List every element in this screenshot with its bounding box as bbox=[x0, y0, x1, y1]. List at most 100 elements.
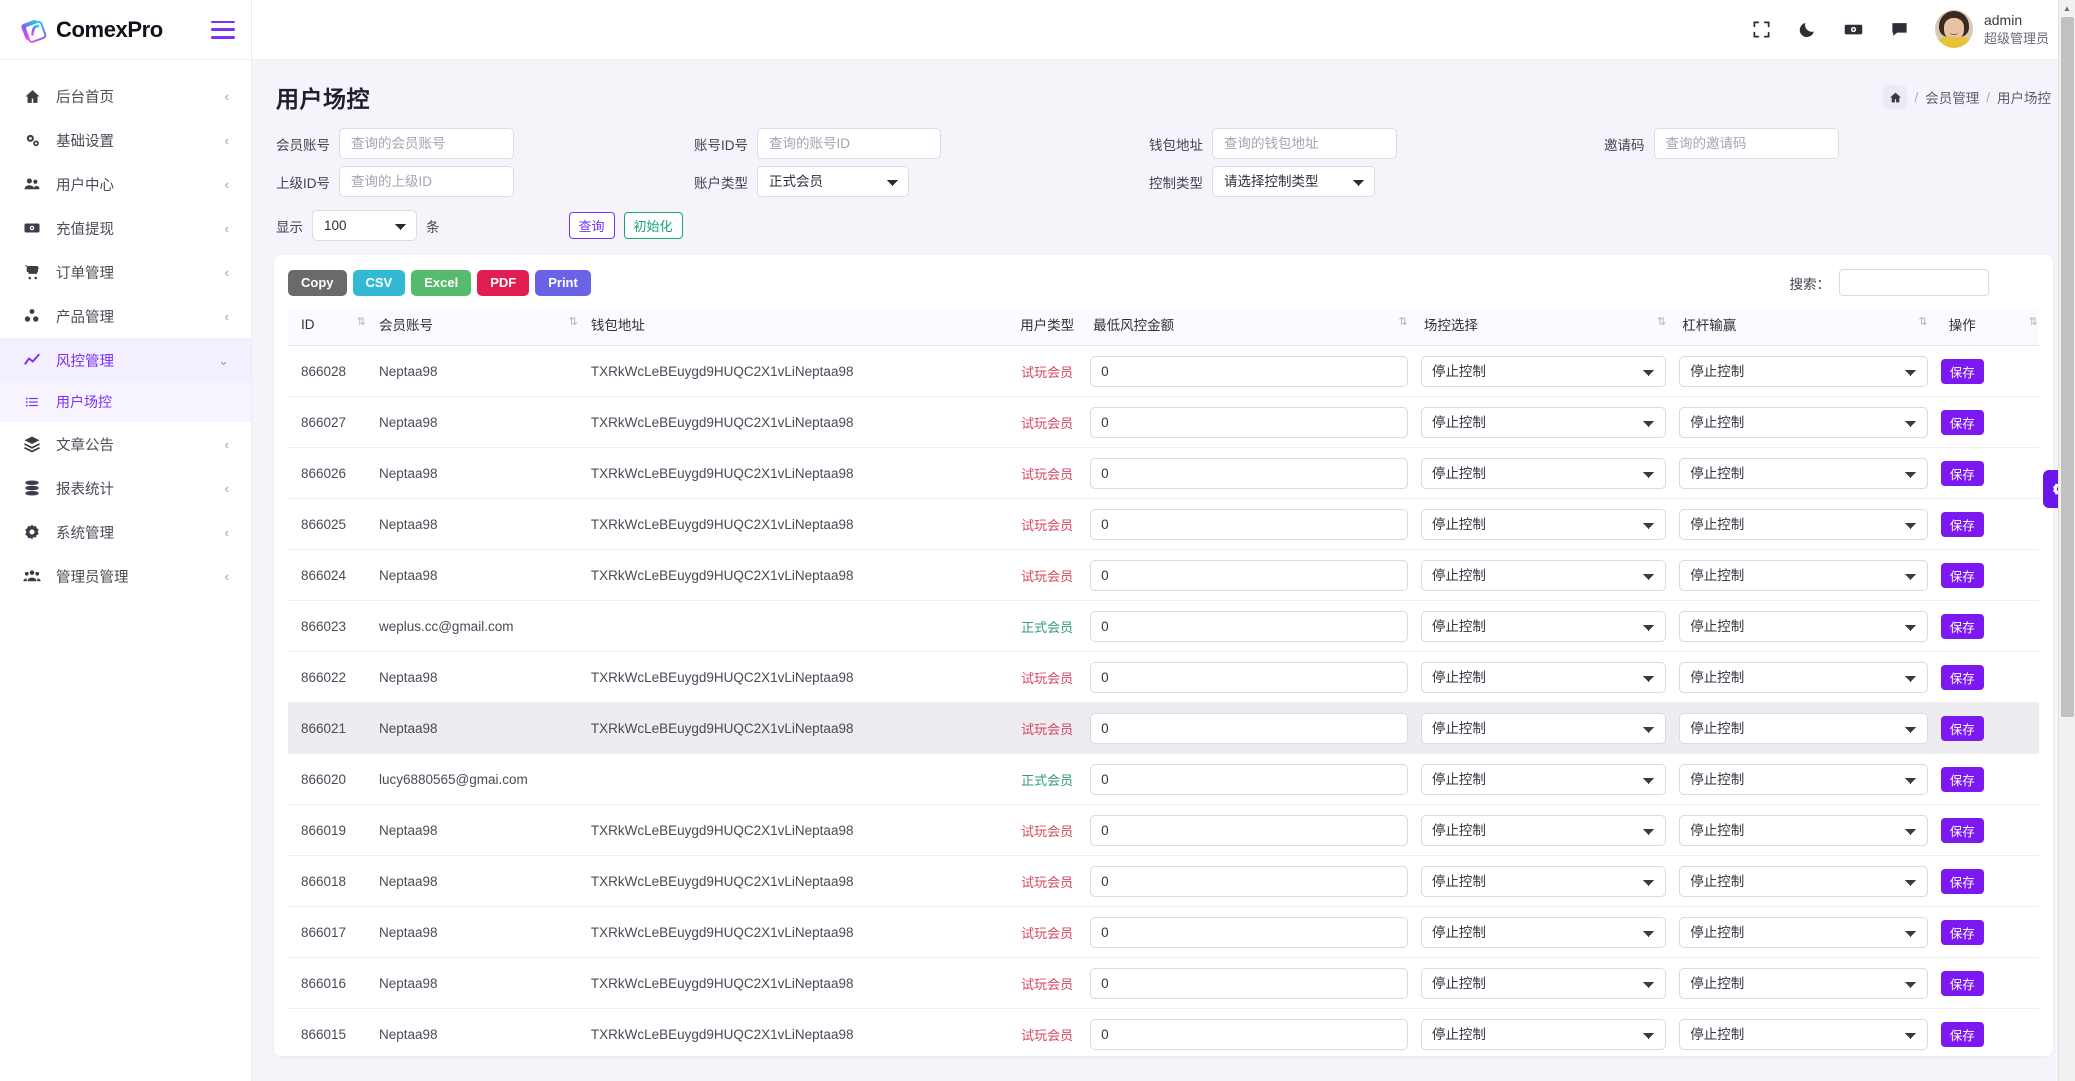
user-menu[interactable]: admin 超级管理员 bbox=[1935, 10, 2053, 49]
save-button[interactable]: 保存 bbox=[1941, 665, 1984, 690]
table-row[interactable]: 866025Neptaa98TXRkWcLeBEuygd9HUQC2X1vLiN… bbox=[288, 499, 2039, 550]
leverage-select[interactable]: 停止控制 bbox=[1679, 458, 1928, 489]
control-select[interactable]: 停止控制 bbox=[1421, 866, 1666, 897]
min-risk-amount-input[interactable] bbox=[1090, 611, 1408, 642]
leverage-select[interactable]: 停止控制 bbox=[1679, 662, 1928, 693]
sort-icon[interactable]: ⇅ bbox=[1919, 315, 1927, 328]
control-select[interactable]: 停止控制 bbox=[1421, 662, 1666, 693]
save-button[interactable]: 保存 bbox=[1941, 971, 1984, 996]
reset-button[interactable]: 初始化 bbox=[624, 212, 683, 239]
export-print-button[interactable]: Print bbox=[535, 270, 591, 296]
min-risk-amount-input[interactable] bbox=[1090, 764, 1408, 795]
min-risk-amount-input[interactable] bbox=[1090, 560, 1408, 591]
save-button[interactable]: 保存 bbox=[1941, 410, 1984, 435]
control-select[interactable]: 停止控制 bbox=[1421, 968, 1666, 999]
control-select[interactable]: 停止控制 bbox=[1421, 356, 1666, 387]
control-select[interactable]: 停止控制 bbox=[1421, 764, 1666, 795]
save-button[interactable]: 保存 bbox=[1941, 767, 1984, 792]
column-header-id[interactable]: ID⇅ bbox=[288, 307, 379, 346]
show-entries-select[interactable]: 102550100 bbox=[312, 210, 417, 241]
sidebar-item-reports[interactable]: 报表统计 ‹ bbox=[0, 466, 251, 510]
sort-icon[interactable]: ⇅ bbox=[357, 315, 365, 328]
min-risk-amount-input[interactable] bbox=[1090, 662, 1408, 693]
scrollbar-thumb[interactable] bbox=[2061, 17, 2074, 717]
fullscreen-icon[interactable] bbox=[1739, 7, 1785, 53]
sidebar-item-system[interactable]: 系统管理 ‹ bbox=[0, 510, 251, 554]
leverage-select[interactable]: 停止控制 bbox=[1679, 764, 1928, 795]
control-select[interactable]: 停止控制 bbox=[1421, 1019, 1666, 1050]
member-account-input[interactable] bbox=[339, 128, 514, 159]
moon-icon[interactable] bbox=[1785, 7, 1831, 53]
account-id-input[interactable] bbox=[757, 128, 941, 159]
sidebar-item-orders[interactable]: 订单管理 ‹ bbox=[0, 250, 251, 294]
column-header-wallet[interactable]: 钱包地址 bbox=[591, 307, 1004, 346]
leverage-select[interactable]: 停止控制 bbox=[1679, 866, 1928, 897]
min-risk-amount-input[interactable] bbox=[1090, 356, 1408, 387]
column-header-leverage-winloss[interactable]: 杠杆输赢⇅ bbox=[1679, 307, 1941, 346]
hamburger-icon[interactable] bbox=[211, 21, 235, 39]
table-row[interactable]: 866023weplus.cc@gmail.com正式会员停止控制停止控制保存 bbox=[288, 601, 2039, 652]
leverage-select[interactable]: 停止控制 bbox=[1679, 509, 1928, 540]
sidebar-item-articles[interactable]: 文章公告 ‹ bbox=[0, 422, 251, 466]
control-type-select[interactable]: 请选择控制类型停止控制开启控制 bbox=[1212, 166, 1375, 197]
table-row[interactable]: 866017Neptaa98TXRkWcLeBEuygd9HUQC2X1vLiN… bbox=[288, 907, 2039, 958]
table-row[interactable]: 866020lucy6880565@gmai.com正式会员停止控制停止控制保存 bbox=[288, 754, 2039, 805]
min-risk-amount-input[interactable] bbox=[1090, 458, 1408, 489]
control-select[interactable]: 停止控制 bbox=[1421, 815, 1666, 846]
sidebar-item-user-center[interactable]: 用户中心 ‹ bbox=[0, 162, 251, 206]
save-button[interactable]: 保存 bbox=[1941, 359, 1984, 384]
min-risk-amount-input[interactable] bbox=[1090, 968, 1408, 999]
control-select[interactable]: 停止控制 bbox=[1421, 509, 1666, 540]
sort-icon[interactable]: ⇅ bbox=[1657, 315, 1665, 328]
leverage-select[interactable]: 停止控制 bbox=[1679, 407, 1928, 438]
leverage-select[interactable]: 停止控制 bbox=[1679, 560, 1928, 591]
search-input[interactable] bbox=[1839, 269, 1989, 296]
parent-id-input[interactable] bbox=[339, 166, 514, 197]
sidebar-item-basic-settings[interactable]: 基础设置 ‹ bbox=[0, 118, 251, 162]
save-button[interactable]: 保存 bbox=[1941, 920, 1984, 945]
page-scrollbar[interactable]: ▲ bbox=[2058, 0, 2075, 1081]
sidebar-item-deposit-withdraw[interactable]: 充值提现 ‹ bbox=[0, 206, 251, 250]
sidebar-item-user-field-control[interactable]: 用户场控 bbox=[0, 382, 251, 422]
control-select[interactable]: 停止控制 bbox=[1421, 713, 1666, 744]
save-button[interactable]: 保存 bbox=[1941, 818, 1984, 843]
table-row[interactable]: 866018Neptaa98TXRkWcLeBEuygd9HUQC2X1vLiN… bbox=[288, 856, 2039, 907]
min-risk-amount-input[interactable] bbox=[1090, 917, 1408, 948]
table-row[interactable]: 866028Neptaa98TXRkWcLeBEuygd9HUQC2X1vLiN… bbox=[288, 346, 2039, 397]
sort-icon[interactable]: ⇅ bbox=[2029, 315, 2037, 328]
min-risk-amount-input[interactable] bbox=[1090, 509, 1408, 540]
table-row[interactable]: 866024Neptaa98TXRkWcLeBEuygd9HUQC2X1vLiN… bbox=[288, 550, 2039, 601]
breadcrumb-item-current[interactable]: 用户场控 bbox=[1997, 87, 2051, 107]
save-button[interactable]: 保存 bbox=[1941, 563, 1984, 588]
sort-icon[interactable]: ⇅ bbox=[1399, 315, 1407, 328]
table-row[interactable]: 866019Neptaa98TXRkWcLeBEuygd9HUQC2X1vLiN… bbox=[288, 805, 2039, 856]
control-select[interactable]: 停止控制 bbox=[1421, 917, 1666, 948]
invite-code-input[interactable] bbox=[1654, 128, 1839, 159]
banknote-icon[interactable] bbox=[1831, 7, 1877, 53]
wallet-address-input[interactable] bbox=[1212, 128, 1397, 159]
export-csv-button[interactable]: CSV bbox=[353, 270, 406, 296]
leverage-select[interactable]: 停止控制 bbox=[1679, 968, 1928, 999]
table-row[interactable]: 866021Neptaa98TXRkWcLeBEuygd9HUQC2X1vLiN… bbox=[288, 703, 2039, 754]
leverage-select[interactable]: 停止控制 bbox=[1679, 815, 1928, 846]
sidebar-item-products[interactable]: 产品管理 ‹ bbox=[0, 294, 251, 338]
sidebar-item-risk-control[interactable]: 风控管理 ⌄ bbox=[0, 338, 251, 382]
control-select[interactable]: 停止控制 bbox=[1421, 611, 1666, 642]
min-risk-amount-input[interactable] bbox=[1090, 1019, 1408, 1050]
table-row[interactable]: 866026Neptaa98TXRkWcLeBEuygd9HUQC2X1vLiN… bbox=[288, 448, 2039, 499]
sidebar-item-admins[interactable]: 管理员管理 ‹ bbox=[0, 554, 251, 598]
column-header-min-risk-amount[interactable]: 最低风控金额⇅ bbox=[1090, 307, 1421, 346]
leverage-select[interactable]: 停止控制 bbox=[1679, 1019, 1928, 1050]
query-button[interactable]: 查询 bbox=[569, 212, 615, 239]
column-header-user-type[interactable]: 用户类型 bbox=[1004, 307, 1090, 346]
export-copy-button[interactable]: Copy bbox=[288, 270, 347, 296]
min-risk-amount-input[interactable] bbox=[1090, 407, 1408, 438]
column-header-account[interactable]: 会员账号⇅ bbox=[379, 307, 591, 346]
leverage-select[interactable]: 停止控制 bbox=[1679, 713, 1928, 744]
scroll-up-icon[interactable]: ▲ bbox=[2059, 0, 2075, 17]
breadcrumb-item-member-management[interactable]: 会员管理 bbox=[1925, 87, 1979, 107]
save-button[interactable]: 保存 bbox=[1941, 614, 1984, 639]
leverage-select[interactable]: 停止控制 bbox=[1679, 917, 1928, 948]
export-pdf-button[interactable]: PDF bbox=[477, 270, 529, 296]
save-button[interactable]: 保存 bbox=[1941, 716, 1984, 741]
